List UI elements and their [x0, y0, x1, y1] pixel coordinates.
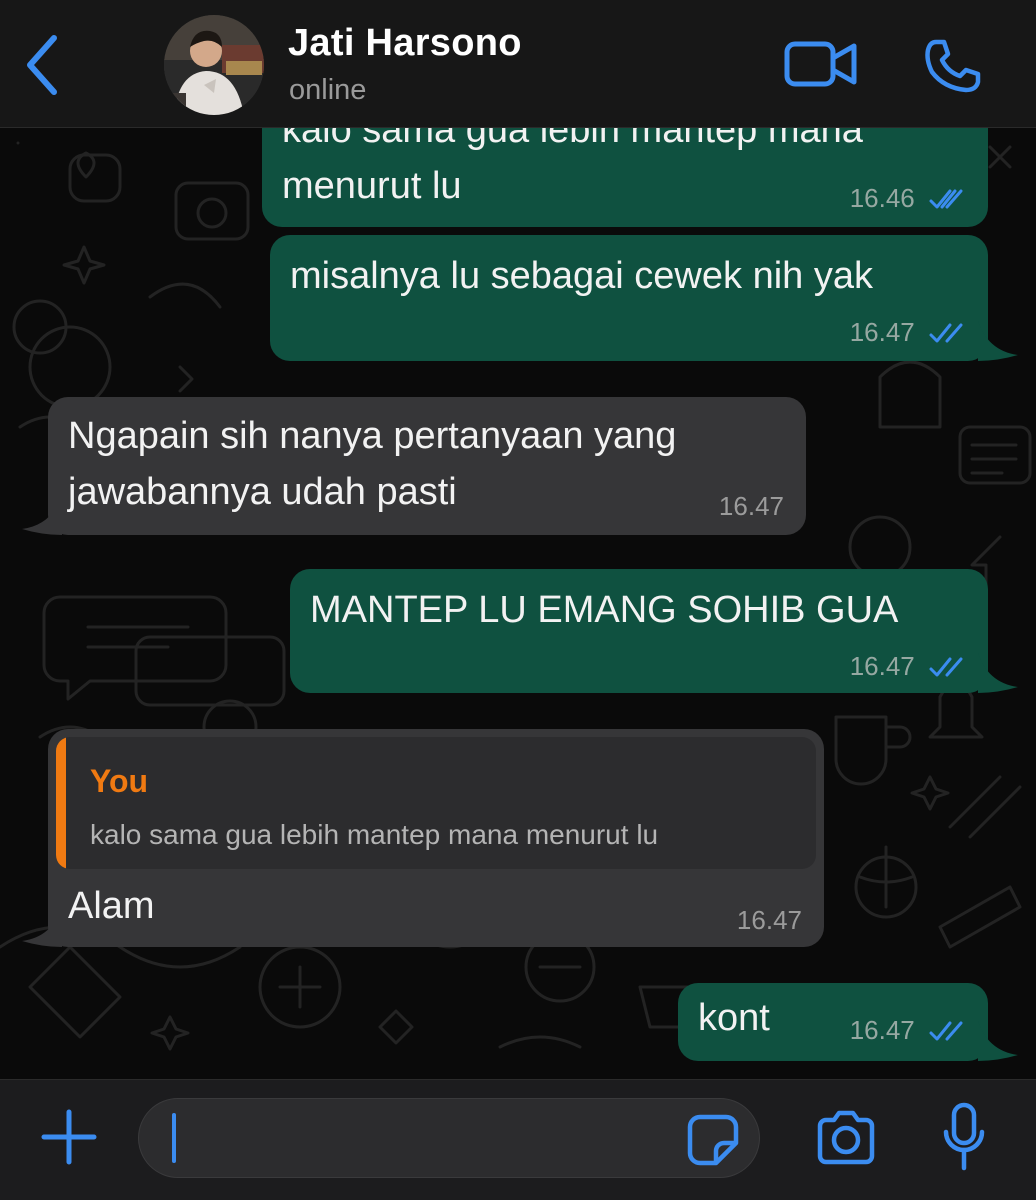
message-bubble-incoming[interactable]: You kalo sama gua lebih mantep mana menu… [48, 729, 824, 947]
message-text-line: misalnya lu sebagai cewek nih yak [290, 255, 873, 297]
message-meta: 16.47 [850, 317, 964, 347]
message-meta: 16.47 [850, 651, 964, 681]
contact-name[interactable]: Jati Harsono [288, 22, 522, 65]
read-ticks-icon [929, 323, 963, 343]
voice-message-button[interactable] [942, 1102, 986, 1172]
reply-quote-text: kalo sama gua lebih mantep mana menurut … [90, 819, 659, 850]
message-bubble-outgoing[interactable]: misalnya lu sebagai cewek nih yak 16.47 [270, 235, 988, 361]
read-ticks-icon [929, 657, 963, 677]
text-cursor [172, 1113, 176, 1163]
message-time: 16.47 [736, 905, 802, 935]
message-meta: 16.47 [719, 491, 784, 521]
message-text-line: Ngapain sih nanya pertanyaan yang [68, 415, 677, 457]
message-input[interactable] [138, 1098, 760, 1178]
chevron-left-icon [27, 35, 57, 95]
read-ticks-icon [929, 1021, 963, 1041]
camera-icon [817, 1110, 875, 1165]
attach-button[interactable] [40, 1108, 98, 1166]
message-bubble-incoming[interactable]: Ngapain sih nanya pertanyaan yang jawaba… [48, 397, 806, 535]
microphone-icon [943, 1102, 985, 1171]
bubble-tail [22, 495, 62, 535]
bubble-tail [978, 1021, 1018, 1061]
sticker-button[interactable] [686, 1113, 740, 1167]
message-text-line: menurut lu [282, 165, 462, 207]
video-camera-icon [784, 41, 857, 87]
bubble-tail [22, 907, 62, 947]
reply-quote-bar [56, 737, 66, 869]
phone-icon [925, 39, 981, 93]
bubble-tail [978, 653, 1018, 693]
reply-quote[interactable]: You kalo sama gua lebih mantep mana menu… [56, 737, 816, 869]
sticker-icon [687, 1114, 739, 1166]
contact-status: online [289, 74, 367, 106]
message-time: 16.47 [849, 317, 915, 347]
contact-photo [164, 15, 264, 115]
chat-screen: Jati Harsono online kalo sama gua lebih … [0, 0, 1036, 1200]
message-text-line: jawabannya udah pasti [68, 471, 457, 513]
camera-button[interactable] [814, 1110, 878, 1166]
message-meta: 16.47 [737, 905, 802, 935]
chat-header: Jati Harsono online [0, 0, 1036, 128]
message-time: 16.47 [849, 651, 915, 681]
message-time: 16.47 [718, 491, 784, 521]
plus-icon [41, 1109, 97, 1165]
message-bubble-outgoing[interactable]: kont 16.47 [678, 983, 988, 1061]
message-meta: 16.47 [850, 1015, 964, 1045]
message-text-line: kalo sama gua lebih mantep mana [282, 127, 863, 151]
voice-call-button[interactable] [922, 38, 982, 94]
message-text-line: Alam [68, 885, 155, 927]
message-time: 16.47 [849, 1015, 915, 1045]
read-ticks-icon [929, 189, 963, 209]
back-button[interactable] [22, 34, 62, 96]
bubble-tail [978, 321, 1018, 361]
message-bubble-outgoing[interactable]: MANTEP LU EMANG SOHIB GUA 16.47 [290, 569, 988, 693]
message-bubble-outgoing[interactable]: kalo sama gua lebih mantep mana menurut … [262, 127, 988, 227]
message-meta: 16.46 [850, 183, 964, 213]
video-call-button[interactable] [784, 38, 858, 90]
reply-quote-author: You [90, 763, 149, 799]
avatar[interactable] [164, 15, 264, 115]
message-list[interactable]: kalo sama gua lebih mantep mana menurut … [0, 127, 1036, 1079]
message-text-line: kont [698, 997, 770, 1039]
message-time: 16.46 [849, 183, 915, 213]
message-text-line: MANTEP LU EMANG SOHIB GUA [310, 589, 899, 631]
